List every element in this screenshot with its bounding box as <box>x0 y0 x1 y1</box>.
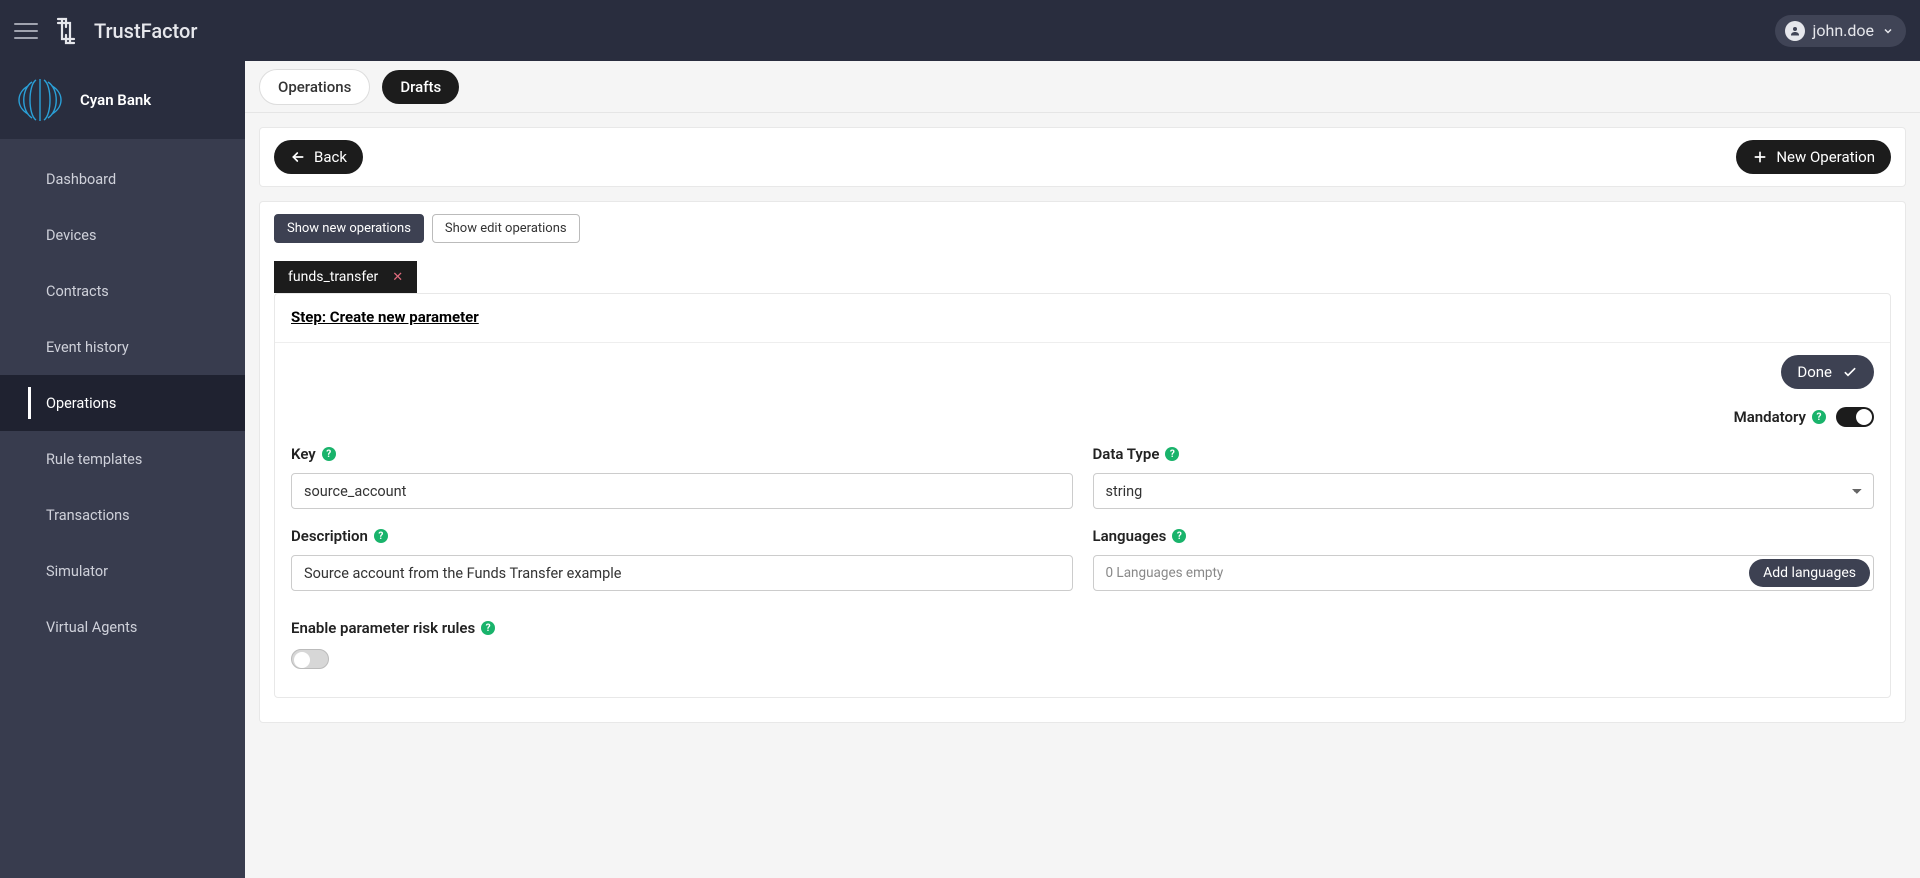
sidebar-item-event-history[interactable]: Event history <box>0 319 245 375</box>
brand-name: TrustFactor <box>94 19 197 43</box>
sidebar: Cyan Bank Dashboard Devices Contracts Ev… <box>0 61 245 878</box>
key-input[interactable] <box>291 473 1073 509</box>
sidebar-item-operations[interactable]: Operations <box>0 375 245 431</box>
sidebar-item-simulator[interactable]: Simulator <box>0 543 245 599</box>
step-title: Step: Create new parameter <box>291 308 1874 326</box>
tenant-name: Cyan Bank <box>80 91 151 109</box>
help-icon[interactable]: ? <box>1172 529 1186 543</box>
sidebar-item-virtual-agents[interactable]: Virtual Agents <box>0 599 245 655</box>
risk-rules-label: Enable parameter risk rules ? <box>291 619 1874 637</box>
editor-panel: Show new operations Show edit operations… <box>259 201 1906 723</box>
description-input[interactable] <box>291 555 1073 591</box>
new-operation-label: New Operation <box>1776 148 1875 166</box>
close-icon[interactable]: ✕ <box>392 270 403 285</box>
tenant-logo <box>14 74 66 126</box>
divider <box>275 342 1890 343</box>
header-actions-panel: Back New Operation <box>259 127 1906 187</box>
new-operation-button[interactable]: New Operation <box>1736 140 1891 174</box>
tab-drafts[interactable]: Drafts <box>382 70 459 104</box>
menu-toggle-button[interactable] <box>14 19 38 43</box>
user-icon <box>1785 21 1805 41</box>
tab-operations[interactable]: Operations <box>259 69 370 105</box>
user-menu[interactable]: john.doe <box>1775 15 1906 47</box>
arrow-left-icon <box>290 149 306 165</box>
filter-show-edit[interactable]: Show edit operations <box>432 214 580 243</box>
help-icon[interactable]: ? <box>481 621 495 635</box>
sidebar-nav: Dashboard Devices Contracts Event histor… <box>0 139 245 655</box>
filter-row: Show new operations Show edit operations <box>274 214 1891 243</box>
operation-tab-name: funds_transfer <box>288 269 378 285</box>
data-type-label: Data Type ? <box>1093 445 1875 463</box>
data-type-select[interactable]: string <box>1093 473 1875 509</box>
parameter-form: Step: Create new parameter Done <box>274 293 1891 698</box>
key-label: Key ? <box>291 445 1073 463</box>
chevron-down-icon <box>1882 25 1894 37</box>
top-tabs: Operations Drafts <box>245 61 1920 113</box>
done-button[interactable]: Done <box>1781 355 1874 389</box>
done-label: Done <box>1797 363 1832 381</box>
filter-show-new[interactable]: Show new operations <box>274 214 424 243</box>
mandatory-toggle[interactable] <box>1836 407 1874 427</box>
help-icon[interactable]: ? <box>322 447 336 461</box>
sidebar-item-rule-templates[interactable]: Rule templates <box>0 431 245 487</box>
languages-label: Languages ? <box>1093 527 1875 545</box>
help-icon[interactable]: ? <box>374 529 388 543</box>
topbar: TrustFactor john.doe <box>0 0 1920 61</box>
user-name: john.doe <box>1813 21 1874 40</box>
back-label: Back <box>314 148 347 166</box>
sidebar-item-contracts[interactable]: Contracts <box>0 263 245 319</box>
main: Operations Drafts Back <box>245 61 1920 878</box>
mandatory-label: Mandatory ? <box>1734 408 1826 426</box>
description-label: Description ? <box>291 527 1073 545</box>
back-button[interactable]: Back <box>274 140 363 174</box>
languages-status: 0 Languages empty <box>1106 565 1224 581</box>
help-icon[interactable]: ? <box>1165 447 1179 461</box>
languages-box: 0 Languages empty Add languages <box>1093 555 1875 591</box>
tenant-header: Cyan Bank <box>0 61 245 139</box>
sidebar-item-transactions[interactable]: Transactions <box>0 487 245 543</box>
help-icon[interactable]: ? <box>1812 410 1826 424</box>
brand-logo <box>48 13 84 49</box>
risk-rules-toggle[interactable] <box>291 649 329 669</box>
check-icon <box>1842 364 1858 380</box>
operation-tab[interactable]: funds_transfer ✕ <box>274 261 417 293</box>
sidebar-item-devices[interactable]: Devices <box>0 207 245 263</box>
sidebar-item-dashboard[interactable]: Dashboard <box>0 151 245 207</box>
plus-icon <box>1752 149 1768 165</box>
add-languages-button[interactable]: Add languages <box>1749 559 1870 587</box>
